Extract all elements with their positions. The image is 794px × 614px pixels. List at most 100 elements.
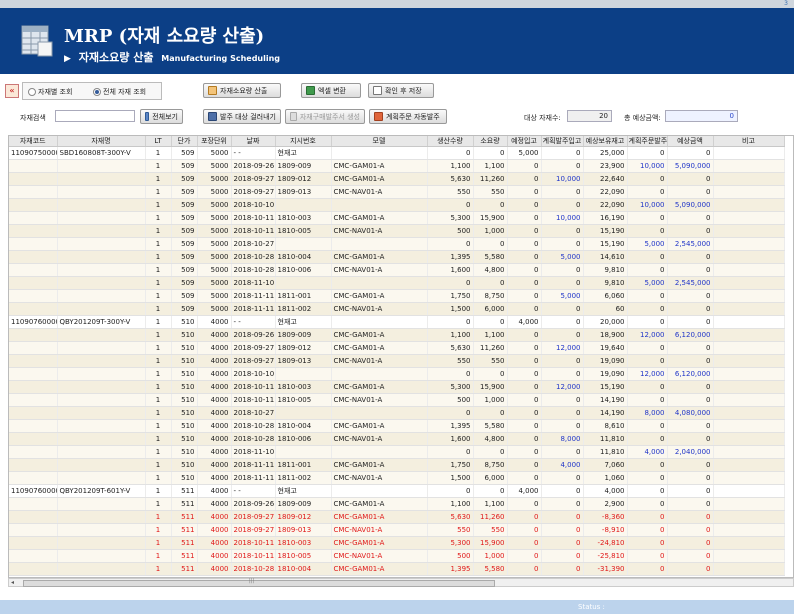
table-row[interactable]: 1 511 4000 2018-10-28 1810-004 CMC-GAM01-A 1,3… <box>9 562 785 576</box>
cell-req: 0 <box>473 198 508 212</box>
cell-date: 2018-10-28 <box>231 250 276 264</box>
table-row[interactable]: 1 509 5000 2018-09-26 1809-009 CMC-GAM01-A 1,1… <box>9 159 785 173</box>
horizontal-scrollbar[interactable]: ◂ ||| <box>8 578 794 587</box>
cell-stock: 7,060 <box>583 458 628 472</box>
table-row[interactable]: 1 509 5000 2018-10-27 0 0 0 0 15,190 5,000 2,545,0… <box>9 237 785 251</box>
cell-plan_in: 0 <box>541 302 584 316</box>
cell-sched: 0 <box>507 354 542 368</box>
column-header[interactable]: 소요량 <box>473 136 508 147</box>
cell-lt: 1 <box>145 510 172 524</box>
radio-all-view[interactable]: 전체 자재 조회 <box>93 87 146 97</box>
cell-price: 509 <box>171 263 198 277</box>
column-header[interactable]: 모델 <box>331 136 428 147</box>
excel-export-button[interactable]: 엑셀 변환 <box>301 83 361 98</box>
cell-note <box>713 263 785 277</box>
cell-pack: 4000 <box>197 354 232 368</box>
table-row[interactable]: 1 509 5000 2018-11-11 1811-002 CMC-NAV01-A 1,5… <box>9 302 785 316</box>
table-row[interactable]: 1 510 4000 2018-11-11 1811-002 CMC-NAV01-A 1,5… <box>9 471 785 485</box>
radio-material-view[interactable]: 자재별 조회 <box>28 87 72 97</box>
cell-prod: 500 <box>427 393 474 407</box>
table-row[interactable]: 1 510 4000 2018-10-28 1810-004 CMC-GAM01-A 1,3… <box>9 419 785 433</box>
table-row[interactable]: 11090760000 QBY201209T-300Y-V 1 510 4000- -현… <box>9 315 785 329</box>
cell-note <box>713 549 785 563</box>
table-row[interactable]: 11090750000 SBD160808T-300Y-V 1 509 5000- -현… <box>9 146 785 160</box>
cell-order: 1811-002 <box>275 471 332 485</box>
table-row[interactable]: 1 510 4000 2018-10-10 0 0 0 0 19,090 12,000 6,120,… <box>9 367 785 381</box>
table-row[interactable]: 1 510 4000 2018-11-11 1811-001 CMC-GAM01-A 1,7… <box>9 458 785 472</box>
scrollbar-thumb[interactable] <box>23 580 495 587</box>
cell-plan_po: 8,000 <box>627 406 668 420</box>
table-row[interactable]: 1 511 4000 2018-10-11 1810-003 CMC-GAM01-A 5,3… <box>9 536 785 550</box>
table-row[interactable]: 1 509 5000 2018-10-10 0 0 0 0 22,090 10,000 5,090,… <box>9 198 785 212</box>
table-row[interactable]: 1 511 4000 2018-10-11 1810-005 CMC-NAV01-A 500… <box>9 549 785 563</box>
cell-price: 509 <box>171 172 198 186</box>
cell-pack: 5000 <box>197 146 232 160</box>
table-row[interactable]: 1 511 4000 2018-09-27 1809-012 CMC-GAM01-A 5,6… <box>9 510 785 524</box>
cell-sched: 0 <box>507 406 542 420</box>
cell-prod: 5,300 <box>427 211 474 225</box>
cell-code <box>9 172 58 186</box>
column-header[interactable]: 포장단위 <box>197 136 232 147</box>
cell-price: 511 <box>171 549 198 563</box>
column-header[interactable]: 계획발주입고 <box>541 136 584 147</box>
column-header[interactable]: 단가 <box>171 136 198 147</box>
table-row[interactable]: 1 510 4000 2018-09-26 1809-009 CMC-GAM01-A 1,1… <box>9 328 785 342</box>
filter-order-targets-button[interactable]: 발주 대상 걸러내기 <box>203 109 281 124</box>
table-row[interactable]: 1 509 5000 2018-10-11 1810-003 CMC-GAM01-A 5,3… <box>9 211 785 225</box>
cell-stock: 15,190 <box>583 224 628 238</box>
column-header[interactable]: 예상금액 <box>667 136 714 147</box>
cell-prod: 550 <box>427 523 474 537</box>
status-text: Status : <box>578 603 605 611</box>
cell-name: QBY201209T-300Y-V <box>57 315 146 329</box>
cell-prod: 1,395 <box>427 562 474 576</box>
table-row[interactable]: 1 511 4000 2018-09-26 1809-009 CMC-GAM01-A 1,1… <box>9 497 785 511</box>
cell-code <box>9 510 58 524</box>
table-row[interactable]: 1 510 4000 2018-09-27 1809-012 CMC-GAM01-A 5,6… <box>9 341 785 355</box>
cell-prod: 1,750 <box>427 289 474 303</box>
cell-name <box>57 536 146 550</box>
table-row[interactable]: 1 510 4000 2018-10-11 1810-005 CMC-NAV01-A 500… <box>9 393 785 407</box>
table-row[interactable]: 1 511 4000 2018-09-27 1809-013 CMC-NAV01-A 550… <box>9 523 785 537</box>
cell-plan_po: 0 <box>627 419 668 433</box>
column-header[interactable]: 예정입고 <box>507 136 542 147</box>
table-row[interactable]: 1 509 5000 2018-10-28 1810-004 CMC-GAM01-A 1,3… <box>9 250 785 264</box>
mrp-data-grid[interactable]: 자재코드 자재명 LT 단가 포장단위 날짜 지시번호 모델 생산수량 소요량 예정입고 계획발주입고… <box>8 135 794 578</box>
cell-note <box>713 276 785 290</box>
table-row[interactable]: 1 510 4000 2018-11-10 0 0 0 0 11,810 4,000 2,040,0… <box>9 445 785 459</box>
column-header[interactable]: 계획주문발주 <box>627 136 668 147</box>
table-row[interactable]: 1 510 4000 2018-10-28 1810-006 CMC-NAV01-A 1,6… <box>9 432 785 446</box>
table-row[interactable]: 1 510 4000 2018-10-11 1810-003 CMC-GAM01-A 5,3… <box>9 380 785 394</box>
table-row[interactable]: 1 510 4000 2018-10-27 0 0 0 0 14,190 8,000 4,080,0… <box>9 406 785 420</box>
table-row[interactable]: 1 509 5000 2018-11-10 0 0 0 0 9,810 5,000 2,545,00… <box>9 276 785 290</box>
table-row[interactable]: 11090760000 QBY201209T-601Y-V 1 511 4000- -현… <box>9 484 785 498</box>
column-header[interactable]: 비고 <box>713 136 785 147</box>
table-row[interactable]: 1 509 5000 2018-10-28 1810-006 CMC-NAV01-A 1,6… <box>9 263 785 277</box>
cell-date: - - <box>231 146 276 160</box>
cell-req: 4,800 <box>473 432 508 446</box>
table-row[interactable]: 1 509 5000 2018-11-11 1811-001 CMC-GAM01-A 1,7… <box>9 289 785 303</box>
column-header[interactable]: 자재코드 <box>9 136 58 147</box>
auto-order-button[interactable]: 계획주문 자동발주 <box>369 109 447 124</box>
cell-model <box>331 276 428 290</box>
cell-amount: 0 <box>667 393 714 407</box>
column-header[interactable]: LT <box>145 136 172 147</box>
table-row[interactable]: 1 509 5000 2018-10-11 1810-005 CMC-NAV01-A 500… <box>9 224 785 238</box>
cell-pack: 4000 <box>197 341 232 355</box>
column-header[interactable]: 생산수량 <box>427 136 474 147</box>
material-search-input[interactable] <box>55 110 135 122</box>
column-header[interactable]: 자재명 <box>57 136 146 147</box>
column-header[interactable]: 예상보유재고 <box>583 136 628 147</box>
cell-code <box>9 185 58 199</box>
table-row[interactable]: 1 509 5000 2018-09-27 1809-012 CMC-GAM01-A 5,6… <box>9 172 785 186</box>
confirm-save-button[interactable]: 확인 후 저장 <box>368 83 434 98</box>
table-row[interactable]: 1 509 5000 2018-09-27 1809-013 CMC-NAV01-A 550… <box>9 185 785 199</box>
cell-date: 2018-09-27 <box>231 172 276 186</box>
create-purchase-order-button[interactable]: 자재구매발주서 생성 <box>285 109 365 124</box>
column-header[interactable]: 지시번호 <box>275 136 332 147</box>
table-row[interactable]: 1 510 4000 2018-09-27 1809-013 CMC-NAV01-A 550… <box>9 354 785 368</box>
view-all-button[interactable]: 전체보기 <box>140 109 183 124</box>
scroll-left-arrow-icon[interactable]: ◂ <box>11 579 14 586</box>
collapse-panel-button[interactable]: « <box>5 84 19 98</box>
column-header[interactable]: 날짜 <box>231 136 276 147</box>
calculate-requirements-button[interactable]: 자재소요량 산출 <box>203 83 281 98</box>
